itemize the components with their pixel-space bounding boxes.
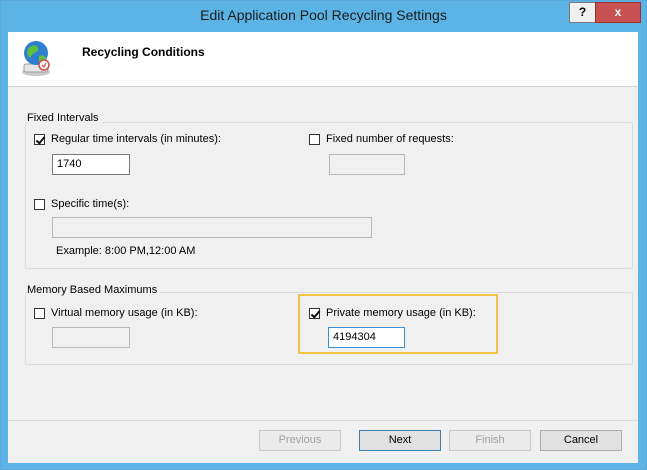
specific-times-example: Example: 8:00 PM,12:00 AM <box>56 245 196 257</box>
header-divider <box>8 86 638 87</box>
checkbox-checked[interactable] <box>309 307 320 319</box>
specific-times-label: Specific time(s): <box>51 198 130 210</box>
finish-button[interactable]: Finish <box>449 430 531 451</box>
checkbox-checked[interactable] <box>34 133 45 145</box>
cancel-button[interactable]: Cancel <box>540 430 622 451</box>
specific-times-input <box>52 217 372 238</box>
checkbox-unchecked[interactable] <box>309 133 320 145</box>
fixed-requests-checkbox[interactable]: Fixed number of requests: <box>309 133 454 145</box>
private-memory-input[interactable]: 4194304 <box>328 327 405 348</box>
fixed-intervals-label: Fixed Intervals <box>27 112 102 124</box>
regular-intervals-checkbox[interactable]: Regular time intervals (in minutes): <box>34 133 221 145</box>
dialog-window: Edit Application Pool Recycling Settings… <box>0 0 647 470</box>
regular-intervals-label: Regular time intervals (in minutes): <box>51 133 221 145</box>
window-title: Edit Application Pool Recycling Settings <box>200 7 447 23</box>
fixed-requests-label: Fixed number of requests: <box>326 133 454 145</box>
virtual-memory-input <box>52 327 130 348</box>
title-bar[interactable]: Edit Application Pool Recycling Settings… <box>1 1 646 32</box>
wizard-header: Recycling Conditions <box>8 32 638 86</box>
help-button[interactable]: ? <box>569 2 596 23</box>
virtual-memory-label: Virtual memory usage (in KB): <box>51 307 198 319</box>
next-button[interactable]: Next <box>359 430 441 451</box>
dialog-body: Recycling Conditions Fixed Intervals Reg… <box>8 32 638 463</box>
page-title: Recycling Conditions <box>82 45 205 59</box>
close-button[interactable]: x <box>595 2 641 23</box>
checkbox-unchecked[interactable] <box>34 307 45 319</box>
fixed-requests-input <box>329 154 405 175</box>
globe-recycle-icon <box>22 41 50 76</box>
virtual-memory-checkbox[interactable]: Virtual memory usage (in KB): <box>34 307 198 319</box>
specific-times-checkbox[interactable]: Specific time(s): <box>34 198 129 210</box>
checkbox-unchecked[interactable] <box>34 198 45 210</box>
memory-group-label: Memory Based Maximums <box>27 284 161 296</box>
regular-intervals-input[interactable]: 1740 <box>52 154 130 175</box>
previous-button[interactable]: Previous <box>259 430 341 451</box>
footer-divider <box>8 420 638 421</box>
private-memory-label: Private memory usage (in KB): <box>326 307 476 319</box>
private-memory-checkbox[interactable]: Private memory usage (in KB): <box>309 307 476 319</box>
